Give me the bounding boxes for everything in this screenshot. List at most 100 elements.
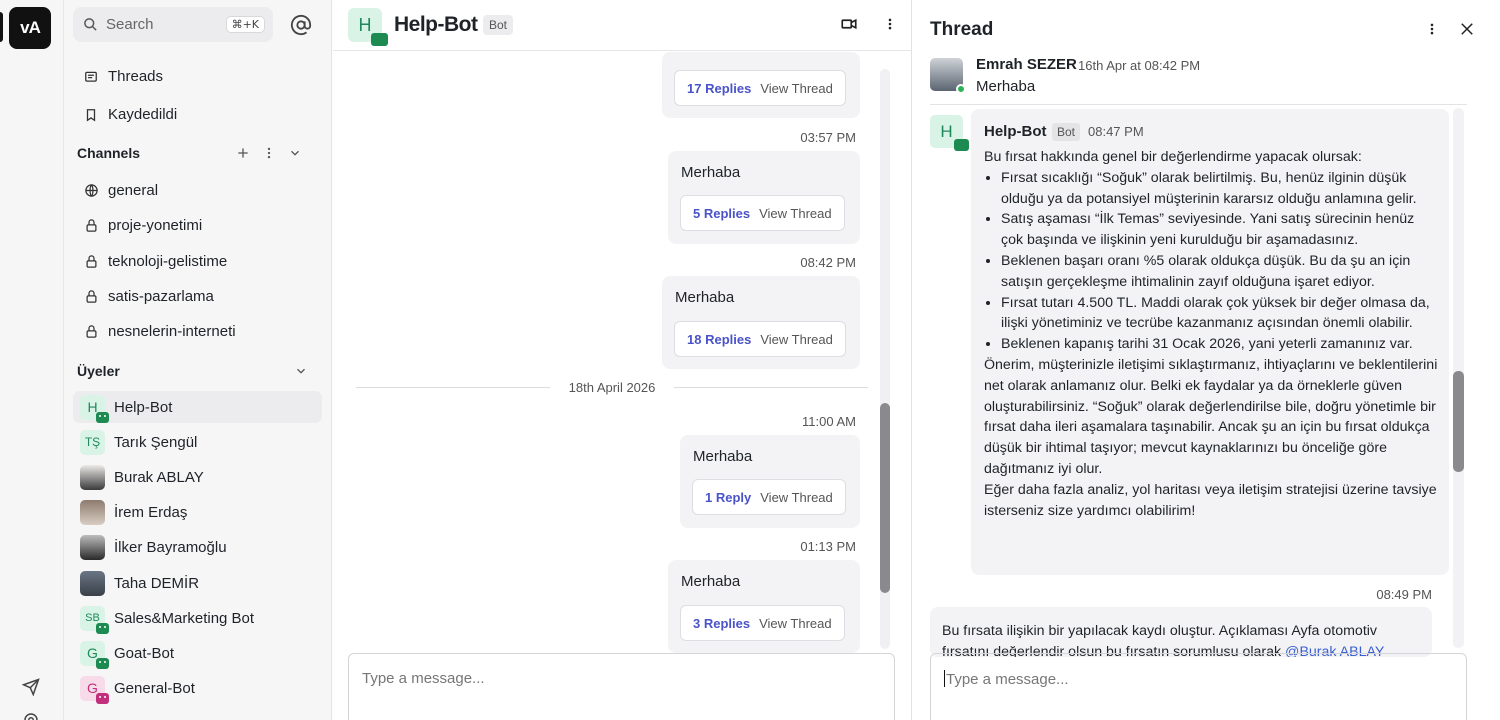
author-name[interactable]: Help-Bot xyxy=(984,123,1047,140)
bookmark-icon xyxy=(86,108,96,121)
member-sales-marketing-bot[interactable]: SB Sales&Marketing Bot xyxy=(73,602,322,634)
message-time: 01:13 PM xyxy=(800,539,856,554)
settings-icon[interactable] xyxy=(20,709,42,720)
reply-count: 18 Replies xyxy=(687,331,752,347)
message-time: 08:49 PM xyxy=(1376,587,1432,602)
bot-tag: Bot xyxy=(1052,123,1081,141)
thread-scrollbar-thumb[interactable] xyxy=(1453,371,1464,472)
member-general-bot[interactable]: G General-Bot xyxy=(73,672,322,704)
member-irem-erdas[interactable]: İrem Erdaş xyxy=(73,496,322,528)
reply-paragraph: Önerim, müşterinizle iletişimi sıklaştır… xyxy=(984,356,1438,477)
lock-icon xyxy=(86,325,97,338)
channel-teknoloji-gelistime[interactable]: teknoloji-gelistime xyxy=(84,253,227,270)
member-label: Tarık Şengül xyxy=(114,433,198,451)
chat-pane: H Help-Bot Bot 17 Replies View Thread 03… xyxy=(333,0,911,720)
nav-threads[interactable]: Threads xyxy=(84,68,163,85)
date-divider-label: 18th April 2026 xyxy=(568,380,656,395)
nav-saved[interactable]: Kaydedildi xyxy=(84,106,177,123)
avatar xyxy=(80,534,105,560)
thread-message-input[interactable]: Type a message... xyxy=(930,653,1467,720)
reply-paragraph: Eğer daha fazla analiz, yol haritası vey… xyxy=(984,481,1437,519)
parent-message: Emrah SEZER 16th Apr at 08:42 PM Merhaba xyxy=(930,55,1467,105)
member-burak-ablay[interactable]: Burak ABLAY xyxy=(73,461,322,493)
member-help-bot[interactable]: H Help-Bot xyxy=(73,391,322,423)
list-item: Beklenen kapanış tarihi 31 Ocak 2026, ya… xyxy=(1001,334,1440,355)
view-thread-button[interactable]: 3 Replies View Thread xyxy=(680,605,845,641)
at-icon xyxy=(290,14,312,36)
workspace-logo[interactable]: vA xyxy=(9,7,51,49)
member-ilker-bayramoglu[interactable]: İlker Bayramoğlu xyxy=(73,531,322,563)
bot-avatar: H xyxy=(348,8,388,46)
video-call-icon[interactable] xyxy=(840,15,858,38)
mentions-button[interactable] xyxy=(288,12,314,38)
message-time: 08:42 PM xyxy=(800,255,856,270)
member-label: Goat-Bot xyxy=(114,644,175,662)
list-item: Satış aşaması “İlk Temas” seviyesinde. Y… xyxy=(1001,209,1440,251)
channel-label: teknoloji-gelistime xyxy=(108,253,228,270)
close-icon[interactable] xyxy=(1458,20,1476,43)
reply-count: 5 Replies xyxy=(693,205,751,221)
message-text: Merhaba xyxy=(976,78,1036,95)
author-name[interactable]: Emrah SEZER xyxy=(976,56,1077,73)
nav-threads-label: Threads xyxy=(108,68,164,85)
nav-saved-label: Kaydedildi xyxy=(108,106,178,123)
view-thread-label: View Thread xyxy=(760,331,833,347)
message-text: Bu fırsata ilişikin bir yapılacak kaydı … xyxy=(942,621,1424,657)
channels-heading[interactable]: Channels xyxy=(77,145,140,161)
message-time: 11:00 AM xyxy=(802,414,856,429)
channel-label: general xyxy=(108,182,159,199)
member-taha-demir[interactable]: Taha DEMİR xyxy=(73,567,322,599)
bot-tag: Bot xyxy=(483,15,514,35)
view-thread-button[interactable]: 17 Replies View Thread xyxy=(674,70,846,106)
chat-message-input[interactable]: Type a message... xyxy=(348,653,895,720)
message-text: Merhaba xyxy=(675,289,735,306)
search-box[interactable]: Search ⌘+K xyxy=(73,7,273,42)
search-icon xyxy=(84,18,97,31)
online-status-dot xyxy=(956,84,966,94)
view-thread-label: View Thread xyxy=(759,205,832,221)
lock-icon xyxy=(86,255,97,268)
channels-more-icon[interactable] xyxy=(262,146,276,165)
message-time: 03:57 PM xyxy=(800,130,856,145)
member-label: Sales&Marketing Bot xyxy=(114,609,255,627)
view-thread-button[interactable]: 1 Reply View Thread xyxy=(692,479,846,515)
date-divider: 18th April 2026 xyxy=(356,378,868,398)
message-bubble: Merhaba 1 Reply View Thread xyxy=(680,435,860,528)
add-channel-icon[interactable] xyxy=(236,146,250,165)
view-thread-button[interactable]: 5 Replies View Thread xyxy=(680,195,845,231)
sidebar: Search ⌘+K Threads Kaydedildi Channels g… xyxy=(64,0,332,720)
chat-scrollbar-thumb[interactable] xyxy=(880,403,890,593)
members-heading[interactable]: Üyeler xyxy=(77,363,120,379)
message-text: Merhaba xyxy=(681,164,741,181)
channel-satis-pazarlama[interactable]: satis-pazarlama xyxy=(84,288,214,305)
list-item: Beklenen başarı oranı %5 olarak oldukça … xyxy=(1001,251,1440,293)
member-goat-bot[interactable]: G Goat-Bot xyxy=(73,637,322,669)
member-label: Help-Bot xyxy=(114,398,173,416)
bot-avatar: H xyxy=(80,394,109,423)
chat-input-placeholder: Type a message... xyxy=(362,670,485,687)
message-bubble: Merhaba 5 Replies View Thread xyxy=(668,151,860,244)
text-caret xyxy=(944,670,945,687)
send-icon[interactable] xyxy=(20,676,42,698)
avatar xyxy=(80,499,105,525)
more-options-icon[interactable] xyxy=(883,15,897,38)
member-label: İrem Erdaş xyxy=(114,503,188,521)
avatar xyxy=(80,464,105,490)
view-thread-button[interactable]: 18 Replies View Thread xyxy=(674,321,846,357)
channel-proje-yonetimi[interactable]: proje-yonetimi xyxy=(84,217,202,234)
channels-collapse-icon[interactable] xyxy=(288,146,302,165)
thread-more-icon[interactable] xyxy=(1425,20,1439,43)
list-item: Fırsat tutarı 4.500 TL. Maddi olarak çok… xyxy=(1001,293,1440,335)
member-tarik-sengul[interactable]: TŞ Tarık Şengül xyxy=(73,426,322,458)
members-collapse-icon[interactable] xyxy=(294,364,308,383)
view-thread-label: View Thread xyxy=(760,80,833,96)
lock-icon xyxy=(86,219,97,232)
channel-general[interactable]: general xyxy=(84,182,158,199)
search-placeholder: Search xyxy=(106,16,154,33)
chat-title: Help-Bot xyxy=(394,13,478,36)
channel-label: proje-yonetimi xyxy=(108,217,203,234)
channel-nesnelerin-interneti[interactable]: nesnelerin-interneti xyxy=(84,323,236,340)
view-thread-label: View Thread xyxy=(759,615,832,631)
avatar xyxy=(930,58,966,94)
message-time: 08:47 PM xyxy=(1088,124,1144,139)
